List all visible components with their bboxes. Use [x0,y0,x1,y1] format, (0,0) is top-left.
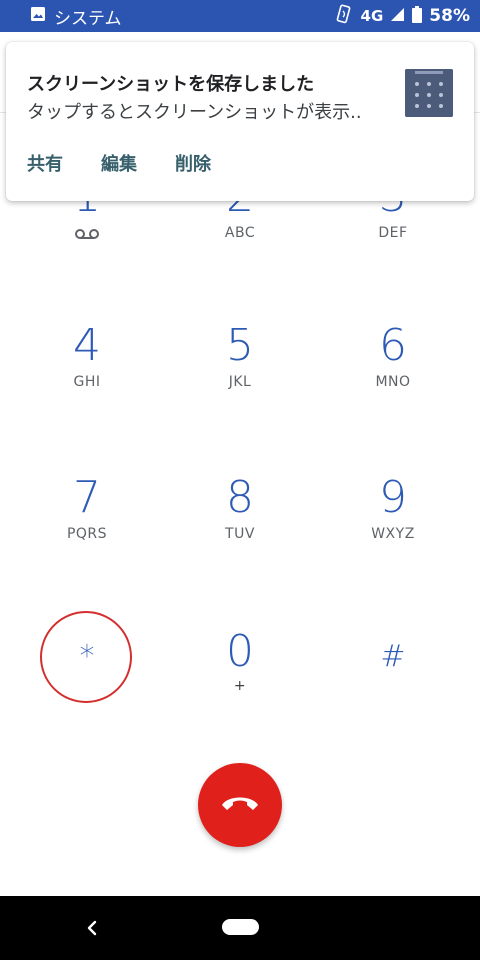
notification-actions: 共有 編集 削除 [27,150,211,176]
dial-key-four[interactable]: 4 GHI [12,324,162,444]
status-bar: システム 4G 58% [0,0,480,32]
dial-key-letters: GHI [73,374,101,390]
dial-key-letters: JKL [228,374,252,390]
dial-key-nine[interactable]: 9 WXYZ [318,476,468,596]
nfc-icon [334,4,354,28]
back-chevron-icon[interactable] [80,914,106,942]
end-call-button[interactable] [198,763,282,847]
dial-key-letters: TUV [225,526,255,542]
dial-key-digit: 6 [379,320,407,371]
dial-key-digit: 7 [73,472,101,523]
dial-key-digit: 5 [226,320,254,371]
battery-icon [412,5,423,27]
dial-key-digit: 4 [73,320,101,371]
navigation-bar [0,896,480,960]
dial-key-letters: PQRS [66,526,108,542]
status-left: システム [30,4,122,29]
hang-up-phone-icon [220,793,260,817]
status-right: 4G 58% [334,4,470,28]
dial-key-five[interactable]: 5 JKL [165,324,315,444]
dial-key-digit: 0 [226,626,254,677]
dial-key-letters: + [233,678,247,694]
notification-text: タップするとスクリーンショットが表示.. [27,102,362,123]
dial-key-seven[interactable]: 7 PQRS [12,476,162,596]
dial-key-pound[interactable]: # [318,630,468,750]
home-pill-icon[interactable] [222,919,259,935]
dial-key-digit: # [380,639,406,674]
share-button[interactable]: 共有 [27,150,63,176]
dial-key-letters: WXYZ [371,526,415,542]
edit-button[interactable]: 編集 [101,150,137,176]
notification-title: スクリーンショットを保存しました [27,74,315,95]
dial-key-letters: ABC [224,225,256,241]
delete-button[interactable]: 削除 [175,150,211,176]
dial-key-letters: DEF [378,225,408,241]
dial-key-digit: 9 [379,472,407,523]
status-app-label: システム [54,8,122,29]
dial-key-six[interactable]: 6 MNO [318,324,468,444]
dial-key-letters: MNO [375,374,411,390]
network-type: 4G [360,7,384,25]
battery-percent: 58% [429,6,470,26]
dial-key-zero[interactable]: 0 + [165,630,315,750]
screenshot-notification[interactable]: スクリーンショットを保存しました タップするとスクリーンショットが表示.. 共有… [6,42,474,201]
voicemail-icon [74,225,100,244]
screenshot-notification-icon [30,6,46,27]
star-key-highlight-circle [40,611,132,703]
signal-icon [390,7,405,26]
screenshot-thumbnail[interactable] [405,69,453,117]
dial-key-eight[interactable]: 8 TUV [165,476,315,596]
dial-key-digit: 8 [226,472,254,523]
